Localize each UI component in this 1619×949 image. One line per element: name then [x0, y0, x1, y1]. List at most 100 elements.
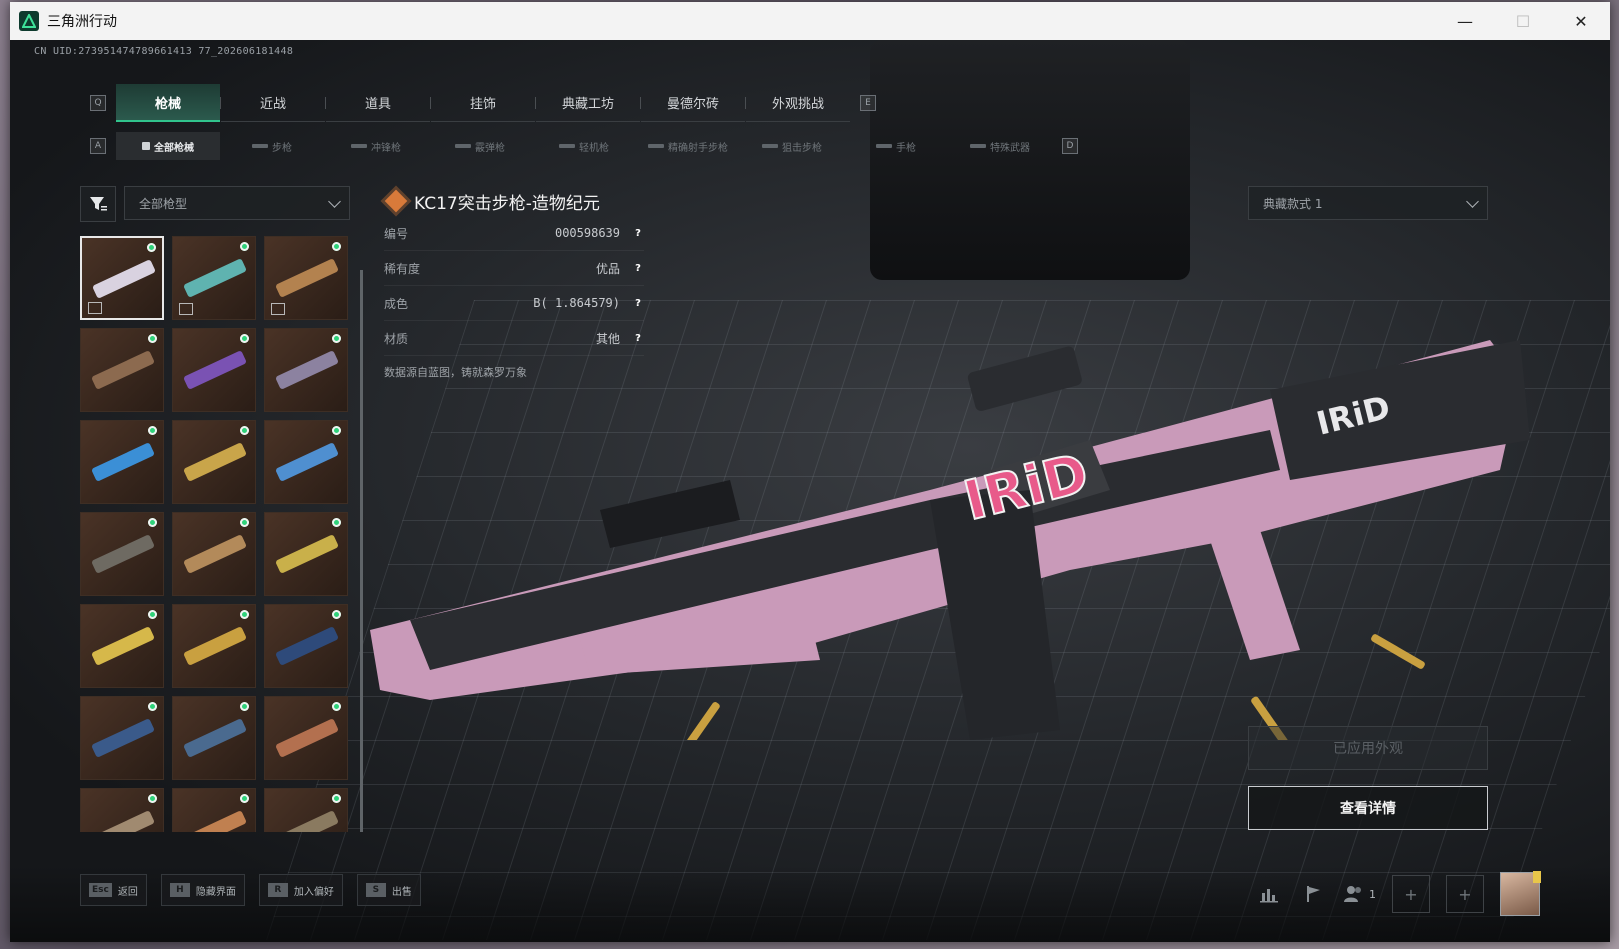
- owned-status-icon: [148, 518, 157, 527]
- subtab-label: 全部枪械: [154, 142, 194, 154]
- help-icon[interactable]: ?: [632, 262, 644, 274]
- minimize-button[interactable]: —: [1436, 2, 1494, 40]
- tab-appearance-challenge[interactable]: 外观挑战: [746, 85, 850, 122]
- owned-status-icon: [332, 518, 341, 527]
- skin-cell[interactable]: [172, 604, 256, 688]
- subtab-rifle[interactable]: 步枪: [220, 132, 324, 160]
- gun-type-selected: 全部枪型: [139, 196, 188, 211]
- tab-melee[interactable]: 近战: [221, 85, 325, 122]
- applied-appearance-button[interactable]: 已应用外观: [1248, 726, 1488, 770]
- skin-cell[interactable]: [80, 604, 164, 688]
- skin-cell[interactable]: [172, 236, 256, 320]
- game-viewport: CN UID:273951474789661413 77_20260618144…: [10, 40, 1610, 942]
- gun-type-dropdown[interactable]: 全部枪型: [124, 186, 350, 220]
- view-details-button[interactable]: 查看详情: [1248, 786, 1488, 830]
- tab-items[interactable]: 道具: [326, 85, 430, 122]
- attr-value: 优品: [595, 261, 620, 276]
- close-button[interactable]: ✕: [1552, 2, 1610, 40]
- chevron-down-icon: [328, 195, 341, 208]
- weapon-showcase[interactable]: IRiD IRiD: [370, 320, 1530, 740]
- skin-cell[interactable]: [172, 788, 256, 832]
- subtab-label: 狙击步枪: [782, 142, 822, 154]
- flag-button[interactable]: [1299, 880, 1327, 908]
- subtab-pistol[interactable]: 手枪: [844, 132, 948, 160]
- tab-guns[interactable]: 枪械: [116, 84, 220, 122]
- skin-cell[interactable]: [264, 604, 348, 688]
- back-hotkey[interactable]: Esc 返回: [80, 874, 147, 906]
- subtab-sniper[interactable]: 狙击步枪: [740, 132, 844, 160]
- skin-grid-scrollbar[interactable]: [360, 270, 363, 832]
- skin-cell[interactable]: [80, 512, 164, 596]
- skin-thumbnail: [183, 718, 247, 758]
- skin-cell[interactable]: [80, 236, 164, 320]
- owned-status-icon: [332, 334, 341, 343]
- rifle-icon: [252, 144, 268, 148]
- invite-slot-2[interactable]: +: [1446, 875, 1484, 913]
- hotkey-label: 加入偏好: [293, 886, 334, 898]
- skin-cell[interactable]: [264, 420, 348, 504]
- subtab-all-guns[interactable]: 全部枪械: [116, 132, 220, 160]
- tab-mandel-brick[interactable]: 曼德尔砖: [641, 85, 745, 122]
- avatar[interactable]: [1500, 871, 1541, 916]
- sell-hotkey[interactable]: S 出售: [356, 874, 421, 906]
- subtab-label: 霰弹枪: [475, 142, 505, 154]
- owned-status-icon: [240, 334, 249, 343]
- social-tray: 1 + +: [1255, 871, 1541, 916]
- collection-style-selected: 典藏款式 1: [1263, 196, 1323, 211]
- skin-cell[interactable]: [172, 328, 256, 412]
- prev-tab-key[interactable]: Q: [90, 95, 106, 111]
- skin-cell[interactable]: [264, 788, 348, 832]
- skin-cell[interactable]: [264, 236, 348, 320]
- special-weapon-icon: [970, 144, 986, 148]
- subtab-label: 冲锋枪: [371, 142, 401, 154]
- skin-cell[interactable]: [80, 420, 164, 504]
- prev-subtab-key[interactable]: A: [90, 138, 106, 154]
- next-tab-key[interactable]: E: [860, 95, 876, 111]
- skin-cell[interactable]: [264, 696, 348, 780]
- hide-ui-hotkey[interactable]: H 隐藏界面: [160, 874, 245, 906]
- background-case: [870, 40, 1190, 280]
- tab-collection-workshop[interactable]: 典藏工坊: [536, 85, 640, 122]
- subtab-dmr[interactable]: 精确射手步枪: [636, 132, 740, 160]
- skin-cell[interactable]: [172, 696, 256, 780]
- skin-thumbnail: [275, 258, 339, 298]
- invite-slot-1[interactable]: +: [1392, 875, 1430, 913]
- skin-cell[interactable]: [264, 512, 348, 596]
- party-icon: [1344, 886, 1361, 902]
- skin-grid: [80, 236, 350, 832]
- scrollbar-thumb[interactable]: [360, 270, 363, 832]
- skin-cell[interactable]: [80, 696, 164, 780]
- level-badge-icon: [1533, 871, 1541, 883]
- subtab-special[interactable]: 特殊武器: [948, 132, 1052, 160]
- help-icon[interactable]: ?: [632, 297, 644, 309]
- uid-label: CN UID:273951474789661413 77_20260618144…: [34, 46, 294, 57]
- subtab-smg[interactable]: 冲锋枪: [324, 132, 428, 160]
- hotkey-hints: Esc 返回 H 隐藏界面 R 加入偏好 S 出售: [80, 874, 421, 906]
- skin-thumbnail: [91, 718, 155, 758]
- pistol-icon: [876, 144, 892, 148]
- skin-thumbnail: [275, 810, 339, 832]
- skin-cell[interactable]: [80, 788, 164, 832]
- skin-cell[interactable]: [264, 328, 348, 412]
- tab-charms[interactable]: 挂饰: [431, 85, 535, 122]
- collection-badge-icon: [179, 303, 193, 315]
- filter-button[interactable]: [80, 186, 116, 222]
- skin-cell[interactable]: [172, 512, 256, 596]
- skin-thumbnail: [183, 442, 247, 482]
- next-subtab-key[interactable]: D: [1062, 138, 1078, 154]
- skin-cell[interactable]: [172, 420, 256, 504]
- help-icon[interactable]: ?: [632, 227, 644, 239]
- lmg-icon: [559, 144, 575, 148]
- hotkey-label: 隐藏界面: [195, 886, 236, 898]
- stats-button[interactable]: [1255, 880, 1283, 908]
- collection-style-dropdown[interactable]: 典藏款式 1: [1248, 186, 1488, 220]
- subtab-shotgun[interactable]: 霰弹枪: [428, 132, 532, 160]
- subtab-label: 精确射手步枪: [668, 142, 728, 154]
- skin-cell[interactable]: [80, 328, 164, 412]
- subtab-lmg[interactable]: 轻机枪: [532, 132, 636, 160]
- owned-status-icon: [332, 426, 341, 435]
- party-button[interactable]: 1: [1343, 880, 1376, 908]
- add-favorite-hotkey[interactable]: R 加入偏好: [258, 874, 343, 906]
- maximize-button[interactable]: ☐: [1494, 2, 1552, 40]
- skin-thumbnail: [275, 718, 339, 758]
